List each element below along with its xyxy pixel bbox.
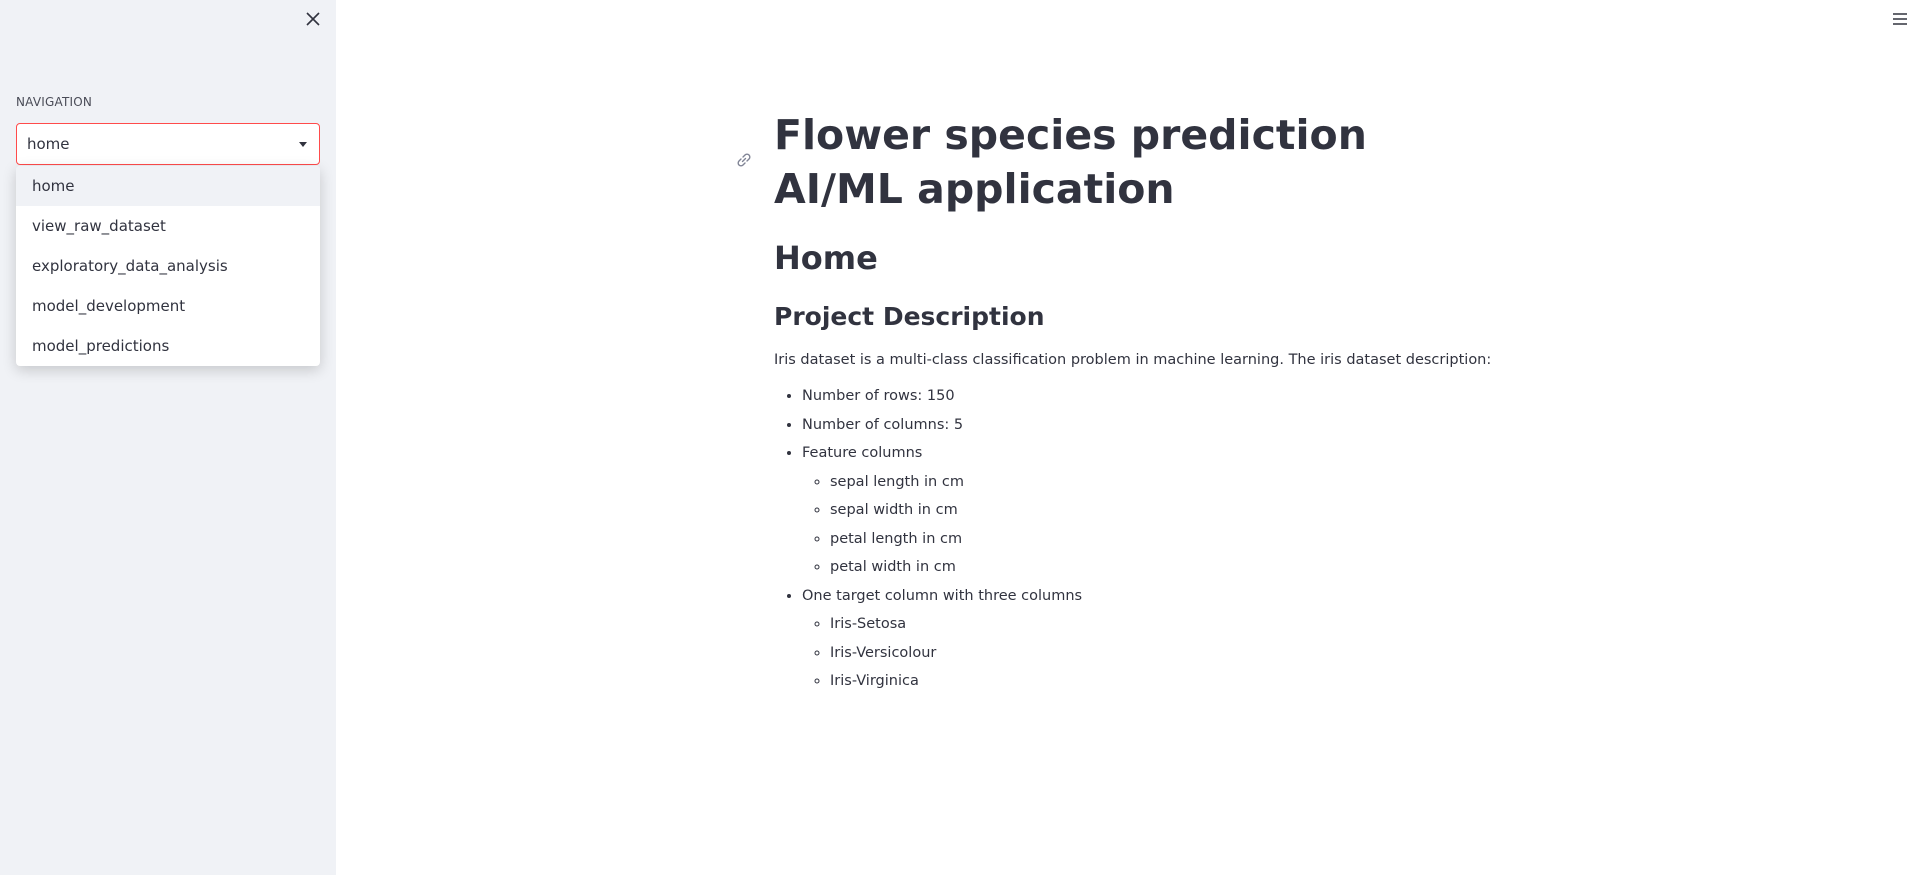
list-item-rows: Number of rows: 150 — [802, 386, 1534, 406]
navigation-select[interactable]: home — [16, 123, 320, 165]
page-title: Flower species prediction AI/ML applicat… — [774, 111, 1367, 213]
dropdown-option-model-development[interactable]: model_development — [16, 286, 320, 326]
navigation-label: NAVIGATION — [16, 95, 93, 109]
chevron-down-icon — [299, 141, 307, 147]
feature-item: petal width in cm — [830, 557, 1534, 577]
project-description-heading: Project Description — [774, 302, 1045, 331]
feature-item: petal length in cm — [830, 529, 1534, 549]
dropdown-option-model-predictions[interactable]: model_predictions — [16, 326, 320, 366]
navigation-select-value: home — [27, 135, 70, 153]
main-content: Flower species prediction AI/ML applicat… — [336, 0, 1913, 875]
target-classes-list: Iris-Setosa Iris-Versicolour Iris-Virgin… — [802, 614, 1534, 691]
dataset-info-list: Number of rows: 150 Number of columns: 5… — [774, 386, 1534, 691]
target-label: One target column with three columns — [802, 587, 1083, 604]
dataset-description: Iris dataset is a multi-class classifica… — [774, 352, 1492, 368]
target-item: Iris-Versicolour — [830, 643, 1534, 663]
app-root: NAVIGATION home home view_raw_dataset ex… — [0, 0, 1913, 875]
feature-item: sepal width in cm — [830, 500, 1534, 520]
close-sidebar-button[interactable] — [300, 6, 326, 32]
link-icon[interactable] — [734, 150, 754, 170]
features-label: Feature columns — [802, 445, 923, 461]
dropdown-option-home[interactable]: home — [16, 166, 320, 206]
list-item-target: One target column with three columns Iri… — [802, 586, 1534, 692]
target-item: Iris-Setosa — [830, 614, 1534, 634]
dropdown-option-exploratory-data-analysis[interactable]: exploratory_data_analysis — [16, 246, 320, 286]
home-heading: Home — [774, 239, 878, 277]
close-icon — [306, 12, 320, 26]
content-block: Flower species prediction AI/ML applicat… — [737, 108, 1534, 700]
list-item-columns: Number of columns: 5 — [802, 415, 1534, 435]
hamburger-menu-icon — [1893, 13, 1907, 25]
feature-item: sepal length in cm — [830, 472, 1534, 492]
navigation-dropdown: home view_raw_dataset exploratory_data_a… — [16, 166, 320, 366]
target-item: Iris-Virginica — [830, 671, 1534, 691]
dropdown-option-view-raw-dataset[interactable]: view_raw_dataset — [16, 206, 320, 246]
feature-columns-list: sepal length in cm sepal width in cm pet… — [802, 472, 1534, 578]
main-menu-button[interactable] — [1887, 6, 1913, 32]
sidebar: NAVIGATION home home view_raw_dataset ex… — [0, 0, 336, 875]
list-item-features: Feature columns sepal length in cm sepal… — [802, 443, 1534, 577]
